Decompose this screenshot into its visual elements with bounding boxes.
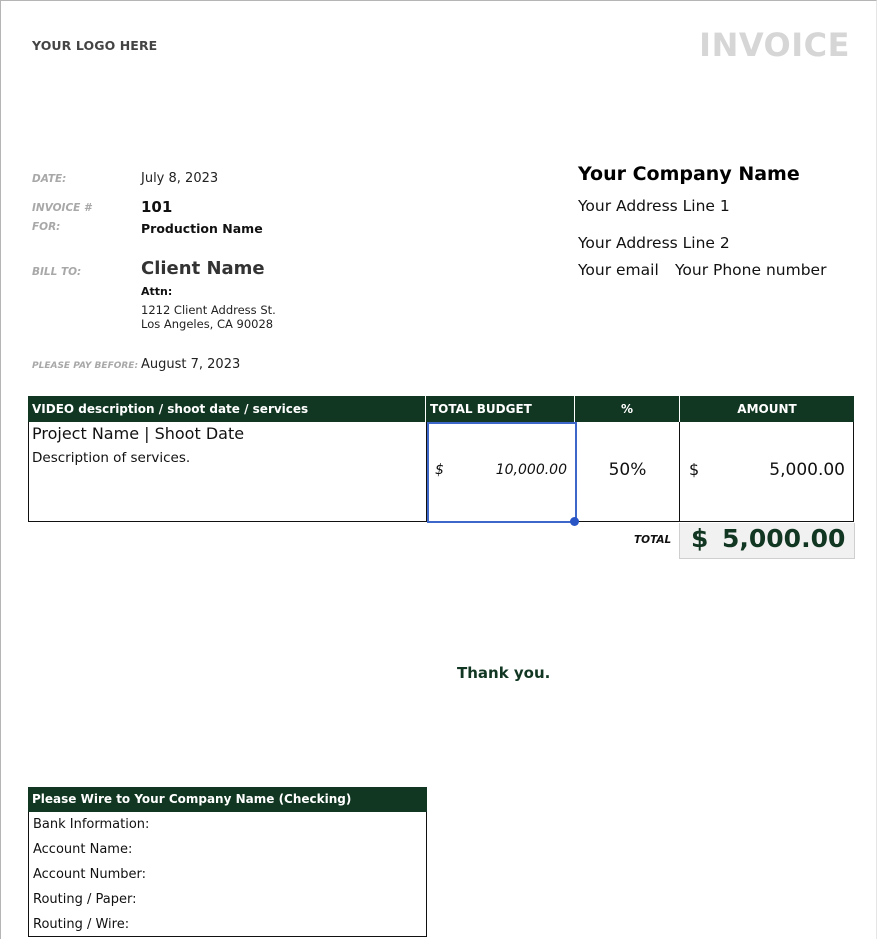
wire-routing-paper[interactable]: Routing / Paper: — [29, 887, 426, 912]
wire-info-table: Please Wire to Your Company Name (Checki… — [28, 787, 427, 937]
percent-value[interactable]: 50% — [576, 460, 679, 480]
amount-currency: $ — [689, 460, 700, 479]
header-total-budget: TOTAL BUDGET — [430, 402, 532, 416]
pay-before-value[interactable]: August 7, 2023 — [141, 357, 240, 372]
total-currency: $ — [691, 524, 709, 553]
amount-value[interactable]: 5,000.00 — [719, 460, 845, 480]
wire-bank-information[interactable]: Bank Information: — [29, 812, 426, 837]
wire-account-number[interactable]: Account Number: — [29, 862, 426, 887]
date-value[interactable]: July 8, 2023 — [141, 171, 218, 186]
budget-value[interactable]: 10,000.00 — [469, 462, 567, 478]
header-divider — [425, 396, 426, 422]
pay-before-label: PLEASE PAY BEFORE: — [32, 361, 139, 371]
wire-account-name[interactable]: Account Name: — [29, 837, 426, 862]
wire-routing-wire[interactable]: Routing / Wire: — [29, 912, 426, 937]
company-address-line2[interactable]: Your Address Line 2 — [578, 234, 730, 252]
company-address-line1[interactable]: Your Address Line 1 — [578, 197, 730, 215]
column-divider — [679, 422, 680, 521]
bill-to-label: BILL TO: — [32, 266, 82, 278]
header-percent: % — [620, 402, 634, 416]
total-value[interactable]: 5,000.00 — [722, 524, 845, 553]
client-address-line1[interactable]: 1212 Client Address St. — [141, 303, 276, 317]
item-title[interactable]: Project Name | Shoot Date — [32, 424, 244, 443]
invoice-title: INVOICE — [699, 26, 850, 64]
date-label: DATE: — [32, 173, 67, 185]
client-attn[interactable]: Attn: — [141, 285, 172, 298]
header-amount: AMOUNT — [737, 402, 797, 416]
logo-placeholder: YOUR LOGO HERE — [32, 38, 158, 53]
table-header: VIDEO description / shoot date / service… — [28, 396, 854, 422]
item-description[interactable]: Description of services. — [32, 450, 190, 466]
for-value[interactable]: Production Name — [141, 221, 263, 236]
fill-handle[interactable] — [570, 517, 579, 526]
company-name[interactable]: Your Company Name — [578, 163, 800, 185]
header-description: VIDEO description / shoot date / service… — [32, 402, 309, 416]
table-row: Project Name | Shoot Date Description of… — [28, 422, 854, 526]
wire-heading: Please Wire to Your Company Name (Checki… — [28, 787, 427, 812]
budget-currency: $ — [435, 462, 444, 478]
for-label: FOR: — [32, 221, 61, 233]
wire-body: Bank Information: Account Name: Account … — [28, 812, 427, 937]
invoice-number-label: INVOICE # — [32, 202, 92, 214]
client-name[interactable]: Client Name — [141, 258, 265, 279]
invoice-number-value[interactable]: 101 — [141, 198, 172, 216]
total-label: TOTAL — [634, 534, 672, 546]
client-address-line2[interactable]: Los Angeles, CA 90028 — [141, 317, 273, 331]
company-phone[interactable]: Your Phone number — [675, 261, 826, 279]
thank-you-note: Thank you. — [457, 664, 551, 682]
company-email[interactable]: Your email — [578, 261, 659, 279]
